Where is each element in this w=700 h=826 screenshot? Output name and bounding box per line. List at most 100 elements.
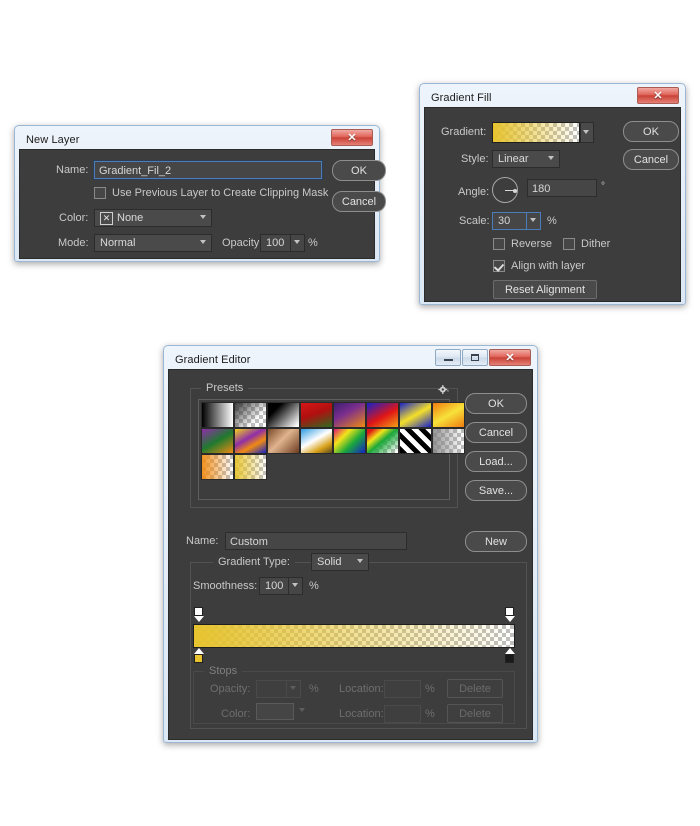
- gradient-preview-swatch[interactable]: [492, 122, 580, 143]
- presets-list[interactable]: [198, 399, 465, 500]
- layer-color-select[interactable]: ✕ None: [94, 209, 212, 227]
- smoothness-label: Smoothness:: [193, 580, 258, 592]
- dither-checkbox[interactable]: [563, 238, 575, 250]
- ok-button[interactable]: OK: [332, 160, 386, 181]
- smoothness-dropdown-arrow[interactable]: [288, 577, 304, 595]
- blend-mode-select[interactable]: Normal: [94, 234, 212, 252]
- scale-dropdown-arrow[interactable]: [526, 212, 541, 230]
- opacity-stop-right[interactable]: [504, 607, 515, 622]
- ok-button[interactable]: OK: [623, 121, 679, 142]
- delete-opacity-stop-button[interactable]: Delete: [447, 679, 503, 698]
- cancel-button[interactable]: Cancel: [465, 422, 527, 443]
- preset-foreground-to-transparent[interactable]: [234, 402, 267, 428]
- reverse-checkbox[interactable]: [493, 238, 505, 250]
- stop-color-dropdown-arrow[interactable]: [297, 706, 306, 715]
- opacity-stop-left[interactable]: [193, 607, 204, 622]
- preset-foreground-to-background[interactable]: [201, 402, 234, 428]
- ok-button[interactable]: OK: [465, 393, 527, 414]
- chevron-down-icon: [200, 214, 207, 221]
- new-layer-titlebar[interactable]: New Layer ✕: [19, 129, 375, 149]
- preset-swatch: [334, 403, 365, 427]
- align-with-layer-checkbox[interactable]: [493, 260, 505, 272]
- angle-dial[interactable]: [492, 177, 518, 203]
- gradient-fill-titlebar[interactable]: Gradient Fill ✕: [424, 87, 681, 107]
- gradient-editor-titlebar[interactable]: Gradient Editor ✕: [168, 349, 533, 369]
- minimize-icon[interactable]: [435, 349, 461, 366]
- preset-swatch: [268, 403, 299, 427]
- reverse-row[interactable]: Reverse: [493, 238, 552, 250]
- opacity-value[interactable]: 100: [260, 234, 290, 252]
- preset-swatch: [202, 429, 233, 453]
- new-layer-title: New Layer: [26, 133, 80, 146]
- preset-swatch: [400, 429, 431, 453]
- preset-orange-yellow-orange[interactable]: [432, 402, 465, 428]
- opacity-dropdown-arrow[interactable]: [290, 234, 305, 252]
- preset-swatch: [334, 429, 365, 453]
- gradient-name-input[interactable]: Custom: [225, 532, 407, 550]
- stops-label: Stops: [204, 665, 243, 677]
- maximize-icon[interactable]: [462, 349, 488, 366]
- scale-value[interactable]: 30: [492, 212, 526, 230]
- clipping-mask-checkbox[interactable]: [94, 187, 106, 199]
- preset-violet-orange[interactable]: [333, 402, 366, 428]
- preset-black-white[interactable]: [267, 402, 300, 428]
- preset-blue-yellow-blue[interactable]: [399, 402, 432, 428]
- reset-alignment-button[interactable]: Reset Alignment: [493, 280, 597, 299]
- preset-spectrum[interactable]: [333, 428, 366, 454]
- opacity-location-input[interactable]: [384, 680, 421, 698]
- cancel-button[interactable]: Cancel: [332, 191, 386, 212]
- angle-input[interactable]: 180: [527, 179, 597, 197]
- color-stop-right[interactable]: [504, 648, 515, 663]
- smoothness-value[interactable]: 100: [259, 577, 289, 595]
- layer-name-input[interactable]: Gradient_Fil_2: [93, 160, 323, 180]
- stop-opacity-dropdown-arrow[interactable]: [286, 680, 301, 698]
- gradient-type-label: Gradient Type:: [213, 556, 295, 568]
- opacity-percent: %: [308, 237, 318, 249]
- delete-color-stop-button[interactable]: Delete: [447, 704, 503, 723]
- preset-transparent-rainbow[interactable]: [366, 428, 399, 454]
- close-icon[interactable]: ✕: [489, 349, 531, 366]
- scale-stepper[interactable]: 30: [492, 212, 541, 230]
- save-button[interactable]: Save...: [465, 480, 527, 501]
- load-button[interactable]: Load...: [465, 451, 527, 472]
- preset-transparent-stripes[interactable]: [399, 428, 432, 454]
- gradient-type-select[interactable]: Solid: [311, 553, 369, 571]
- color-stop-left[interactable]: [193, 648, 204, 663]
- angle-label: Angle:: [458, 186, 490, 198]
- gear-icon[interactable]: [438, 384, 449, 395]
- color-location-input[interactable]: [384, 705, 421, 723]
- gradient-bar[interactable]: [193, 624, 515, 648]
- cancel-button[interactable]: Cancel: [623, 149, 679, 170]
- gradient-fill-title: Gradient Fill: [431, 91, 492, 104]
- stop-color-swatch[interactable]: [256, 703, 294, 720]
- align-with-layer-row[interactable]: Align with layer: [493, 260, 585, 272]
- preset-yellow-violet-orange-blue[interactable]: [234, 428, 267, 454]
- new-layer-dialog: New Layer ✕ Name: Gradient_Fil_2 OK Use …: [14, 125, 386, 262]
- color-location-label: Location:: [339, 708, 384, 720]
- stop-opacity-value[interactable]: [256, 680, 286, 698]
- preset-violet-green-orange[interactable]: [201, 428, 234, 454]
- preset-gold-to-transparent[interactable]: [234, 454, 267, 480]
- gradient-bar-editor[interactable]: [193, 607, 515, 663]
- color-none-swatch-icon: ✕: [100, 211, 113, 225]
- stop-opacity-stepper[interactable]: [256, 680, 301, 698]
- preset-swatch: [433, 403, 464, 427]
- gradient-picker-dropdown[interactable]: [580, 122, 594, 143]
- preset-red-green[interactable]: [300, 402, 333, 428]
- new-button[interactable]: New: [465, 531, 527, 552]
- preset-foreground-to-transparent-orange[interactable]: [201, 454, 234, 480]
- clipping-mask-row[interactable]: Use Previous Layer to Create Clipping Ma…: [94, 187, 328, 199]
- opacity-stepper[interactable]: 100: [260, 234, 305, 252]
- dither-row[interactable]: Dither: [563, 238, 610, 250]
- close-icon[interactable]: ✕: [331, 129, 373, 146]
- preset-swatch: [301, 429, 332, 453]
- preset-copper[interactable]: [267, 428, 300, 454]
- preset-blue-red-yellow[interactable]: [366, 402, 399, 428]
- gradient-style-select[interactable]: Linear: [492, 150, 560, 168]
- close-icon[interactable]: ✕: [637, 87, 679, 104]
- preset-neutral-density[interactable]: [432, 428, 465, 454]
- scale-percent: %: [547, 215, 557, 227]
- smoothness-stepper[interactable]: 100: [259, 577, 304, 595]
- preset-chrome[interactable]: [300, 428, 333, 454]
- preset-swatch: [268, 429, 299, 453]
